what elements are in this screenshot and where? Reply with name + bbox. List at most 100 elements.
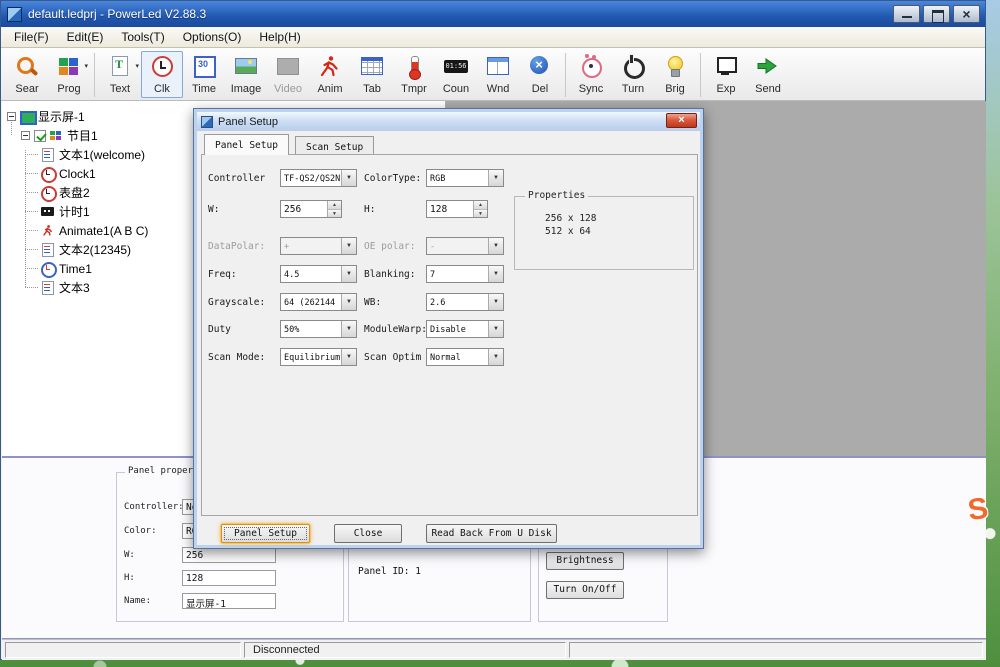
chevron-down-icon[interactable] bbox=[488, 349, 503, 365]
scanoptim-combo[interactable]: Normal bbox=[426, 348, 504, 366]
thermometer-icon bbox=[401, 54, 427, 80]
tree-item-text2[interactable]: 文本2(12345) bbox=[7, 240, 148, 259]
toolbar-button-clock[interactable]: Clk bbox=[141, 51, 183, 98]
status-connection: Disconnected bbox=[244, 642, 566, 658]
controller-combo[interactable]: TF-QS2/QS2N bbox=[280, 169, 357, 187]
toolbar-button-animation[interactable]: Anim bbox=[309, 51, 351, 98]
collapse-icon[interactable] bbox=[21, 131, 30, 140]
chevron-down-icon[interactable] bbox=[488, 321, 503, 337]
text-item-icon bbox=[41, 281, 55, 294]
spin-up-icon[interactable] bbox=[474, 201, 487, 210]
toolbar-button-delete[interactable]: Del bbox=[519, 51, 561, 98]
brightness-button[interactable]: Brightness bbox=[546, 552, 624, 570]
grayscale-combo[interactable]: 64 (262144 co bbox=[280, 293, 357, 311]
chevron-down-icon[interactable] bbox=[341, 170, 356, 186]
tab-panel-setup[interactable]: Panel Setup bbox=[204, 134, 289, 155]
toolbar-button-turn[interactable]: Turn bbox=[612, 51, 654, 98]
video-icon bbox=[275, 54, 301, 80]
name-field[interactable]: 显示屏-1 bbox=[182, 593, 276, 609]
tree-item-screen[interactable]: 显示屏-1 bbox=[7, 107, 148, 126]
height-spinner[interactable] bbox=[426, 200, 488, 218]
chevron-down-icon[interactable] bbox=[341, 294, 356, 310]
dialog-titlebar[interactable]: Panel Setup bbox=[197, 112, 700, 131]
tree-item-label: Clock1 bbox=[59, 167, 96, 181]
colortype-combo[interactable]: RGB bbox=[426, 169, 504, 187]
tab-scan-setup[interactable]: Scan Setup bbox=[295, 136, 374, 154]
menu-options[interactable]: Options(O) bbox=[174, 28, 251, 46]
width-spinner[interactable] bbox=[280, 200, 342, 218]
modulewarp-combo[interactable]: Disable bbox=[426, 320, 504, 338]
text-item-icon bbox=[41, 243, 55, 256]
chevron-down-icon[interactable] bbox=[488, 294, 503, 310]
height-field[interactable]: 128 bbox=[182, 570, 276, 586]
tree-item-time1[interactable]: Time1 bbox=[7, 259, 148, 278]
toolbar-button-program[interactable]: ▾ Prog bbox=[48, 51, 90, 98]
time-icon: 30 bbox=[191, 54, 217, 80]
checkbox-checked-icon[interactable] bbox=[34, 130, 46, 142]
duty-combo[interactable]: 50% bbox=[280, 320, 357, 338]
text-item-icon bbox=[41, 148, 55, 161]
tree-connector bbox=[25, 287, 38, 288]
chevron-down-icon[interactable] bbox=[341, 321, 356, 337]
chevron-down-icon[interactable] bbox=[488, 266, 503, 282]
menu-file[interactable]: File(F) bbox=[5, 28, 58, 46]
width-label: W: bbox=[208, 204, 219, 215]
toolbar-button-time[interactable]: 30 Time bbox=[183, 51, 225, 98]
read-back-button[interactable]: Read Back From U Disk bbox=[426, 524, 557, 543]
height-input[interactable] bbox=[427, 201, 473, 217]
toolbar-button-window[interactable]: Wnd bbox=[477, 51, 519, 98]
minimize-button[interactable] bbox=[893, 5, 920, 23]
toolbar-button-sync[interactable]: Sync bbox=[570, 51, 612, 98]
toolbar-button-counter[interactable]: 01:56 Coun bbox=[435, 51, 477, 98]
tree-item-timer1[interactable]: 计时1 bbox=[7, 202, 148, 221]
toolbar-button-export[interactable]: Exp bbox=[705, 51, 747, 98]
scanmode-combo[interactable]: Equilibrium 1 bbox=[280, 348, 357, 366]
menu-help[interactable]: Help(H) bbox=[250, 28, 309, 46]
panel-id-text: Panel ID: 1 bbox=[358, 566, 421, 577]
chevron-down-icon[interactable]: ▾ bbox=[84, 62, 88, 70]
collapse-icon[interactable] bbox=[7, 112, 16, 121]
toolbar-button-search[interactable]: Sear bbox=[6, 51, 48, 98]
tree-item-label: 文本1(welcome) bbox=[59, 146, 145, 163]
freq-combo[interactable]: 4.5 bbox=[280, 265, 357, 283]
close-button[interactable] bbox=[953, 5, 980, 23]
tree-item-clock1[interactable]: Clock1 bbox=[7, 164, 148, 183]
wb-combo[interactable]: 2.6 bbox=[426, 293, 504, 311]
tree-item-program[interactable]: 节目1 bbox=[7, 126, 148, 145]
chevron-down-icon[interactable]: ▾ bbox=[135, 62, 139, 70]
close-dialog-button[interactable]: Close bbox=[334, 524, 402, 543]
spin-up-icon[interactable] bbox=[328, 201, 341, 210]
spin-down-icon[interactable] bbox=[328, 210, 341, 218]
image-icon bbox=[233, 54, 259, 80]
toolbar-separator bbox=[94, 53, 95, 97]
menu-tools[interactable]: Tools(T) bbox=[112, 28, 173, 46]
blanking-combo[interactable]: 7 bbox=[426, 265, 504, 283]
spin-down-icon[interactable] bbox=[474, 210, 487, 218]
colortype-label: ColorType: bbox=[364, 173, 421, 184]
turn-onoff-button[interactable]: Turn On/Off bbox=[546, 581, 624, 599]
toolbar-button-table[interactable]: Tab bbox=[351, 51, 393, 98]
chevron-down-icon[interactable] bbox=[488, 170, 503, 186]
tree-item-text3[interactable]: 文本3 bbox=[7, 278, 148, 297]
width-field[interactable]: 256 bbox=[182, 547, 276, 563]
width-input[interactable] bbox=[281, 201, 327, 217]
tree-item-animate1[interactable]: Animate1(A B C) bbox=[7, 221, 148, 240]
chevron-down-icon[interactable] bbox=[341, 349, 356, 365]
menu-edit[interactable]: Edit(E) bbox=[58, 28, 113, 46]
modulewarp-label: ModuleWarp: bbox=[364, 324, 427, 335]
dialog-close-button[interactable] bbox=[666, 113, 697, 128]
tree-item-dial2[interactable]: 表盘2 bbox=[7, 183, 148, 202]
statusbar: Disconnected bbox=[2, 639, 986, 660]
chevron-down-icon[interactable] bbox=[341, 266, 356, 282]
window-titlebar[interactable]: default.ledprj - PowerLed V2.88.3 bbox=[1, 1, 985, 27]
height-label: H: bbox=[364, 204, 375, 215]
toolbar-button-temperature[interactable]: Tmpr bbox=[393, 51, 435, 98]
program-icon bbox=[56, 54, 82, 80]
toolbar-button-image[interactable]: Image bbox=[225, 51, 267, 98]
toolbar-button-brightness[interactable]: Brig bbox=[654, 51, 696, 98]
panel-setup-button[interactable]: Panel Setup bbox=[221, 524, 310, 543]
toolbar-button-send[interactable]: Send bbox=[747, 51, 789, 98]
maximize-button[interactable] bbox=[923, 5, 950, 23]
tree-item-text1[interactable]: 文本1(welcome) bbox=[7, 145, 148, 164]
toolbar-button-text[interactable]: ▾ Text bbox=[99, 51, 141, 98]
